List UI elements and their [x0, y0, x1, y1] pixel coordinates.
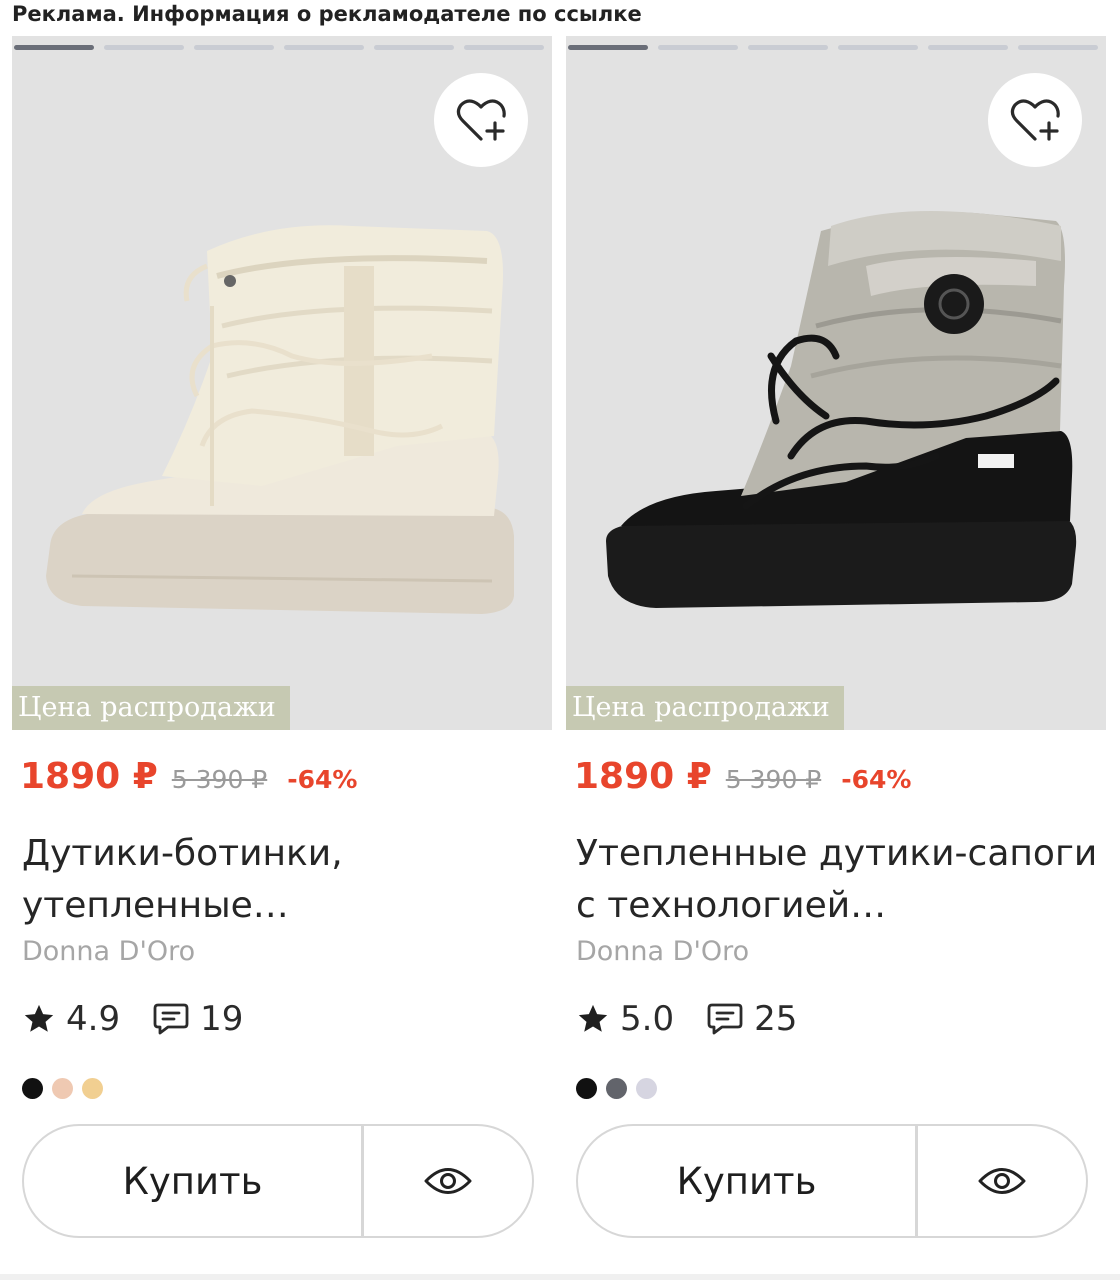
add-to-favorites-button[interactable]	[988, 73, 1082, 167]
quick-view-button[interactable]	[918, 1126, 1086, 1236]
ad-disclaimer[interactable]: Реклама. Информация о рекламодателе по с…	[12, 0, 642, 30]
eye-icon	[424, 1168, 472, 1194]
brand-name[interactable]: Donna D'Oro	[22, 936, 195, 967]
reviews-count: 25	[754, 999, 798, 1039]
rating: 4.9	[22, 999, 120, 1039]
sale-badge: Цена распродажи	[566, 686, 844, 730]
sale-badge: Цена распродажи	[12, 686, 290, 730]
comment-icon	[153, 1003, 189, 1035]
color-swatch[interactable]	[22, 1078, 43, 1099]
color-swatch[interactable]	[82, 1078, 103, 1099]
brand-name[interactable]: Donna D'Oro	[576, 936, 749, 967]
color-swatches	[22, 1078, 103, 1099]
color-swatches	[576, 1078, 657, 1099]
star-icon	[24, 1004, 54, 1032]
heart-plus-icon	[456, 99, 506, 141]
gallery-segment	[104, 45, 184, 50]
current-price: 1890 ₽	[574, 756, 712, 797]
reviews[interactable]: 19	[152, 999, 243, 1039]
color-swatch[interactable]	[52, 1078, 73, 1099]
card-actions: Купить	[576, 1124, 1088, 1238]
reviews-count: 19	[200, 999, 244, 1039]
color-swatch[interactable]	[606, 1078, 627, 1099]
add-to-favorites-button[interactable]	[434, 73, 528, 167]
product-image-gallery[interactable]: Цена распродажи	[566, 36, 1106, 730]
price-row: 1890 ₽ 5 390 ₽ -64%	[20, 756, 357, 797]
gallery-progress	[568, 45, 1098, 50]
product-title[interactable]: Дутики-ботинки, утепленные…	[22, 828, 552, 932]
gallery-segment	[284, 45, 364, 50]
bottom-divider	[0, 1274, 1120, 1280]
old-price: 5 390 ₽	[725, 765, 822, 794]
gallery-segment	[374, 45, 454, 50]
color-swatch[interactable]	[636, 1078, 657, 1099]
gallery-segment	[1018, 45, 1098, 50]
price-row: 1890 ₽ 5 390 ₽ -64%	[574, 756, 911, 797]
gallery-segment	[748, 45, 828, 50]
product-card[interactable]: Цена распродажи 1890 ₽ 5 390 ₽ -64% Дути…	[12, 36, 552, 1280]
card-actions: Купить	[22, 1124, 534, 1238]
discount-badge: -64%	[287, 765, 358, 794]
product-image-gallery[interactable]: Цена распродажи	[12, 36, 552, 730]
rating-row: 4.9 19	[22, 999, 243, 1039]
reviews[interactable]: 25	[706, 999, 797, 1039]
product-card[interactable]: Цена распродажи 1890 ₽ 5 390 ₽ -64% Утеп…	[566, 36, 1106, 1280]
heart-plus-icon	[1010, 99, 1060, 141]
gallery-progress	[14, 45, 544, 50]
eye-icon	[978, 1168, 1026, 1194]
current-price: 1890 ₽	[20, 756, 158, 797]
gallery-segment	[658, 45, 738, 50]
gallery-segment	[838, 45, 918, 50]
buy-button[interactable]: Купить	[578, 1126, 918, 1236]
gallery-segment	[928, 45, 1008, 50]
buy-button[interactable]: Купить	[24, 1126, 364, 1236]
gallery-segment-active	[14, 45, 94, 50]
discount-badge: -64%	[841, 765, 912, 794]
gallery-segment	[194, 45, 274, 50]
gallery-segment	[464, 45, 544, 50]
rating: 5.0	[576, 999, 674, 1039]
rating-row: 5.0 25	[576, 999, 797, 1039]
comment-icon	[707, 1003, 743, 1035]
product-title[interactable]: Утепленные дутики-сапоги с технологией…	[576, 828, 1106, 932]
old-price: 5 390 ₽	[171, 765, 268, 794]
star-icon	[578, 1004, 608, 1032]
rating-value: 4.9	[66, 999, 121, 1039]
rating-value: 5.0	[620, 999, 675, 1039]
color-swatch[interactable]	[576, 1078, 597, 1099]
quick-view-button[interactable]	[364, 1126, 532, 1236]
gallery-segment-active	[568, 45, 648, 50]
